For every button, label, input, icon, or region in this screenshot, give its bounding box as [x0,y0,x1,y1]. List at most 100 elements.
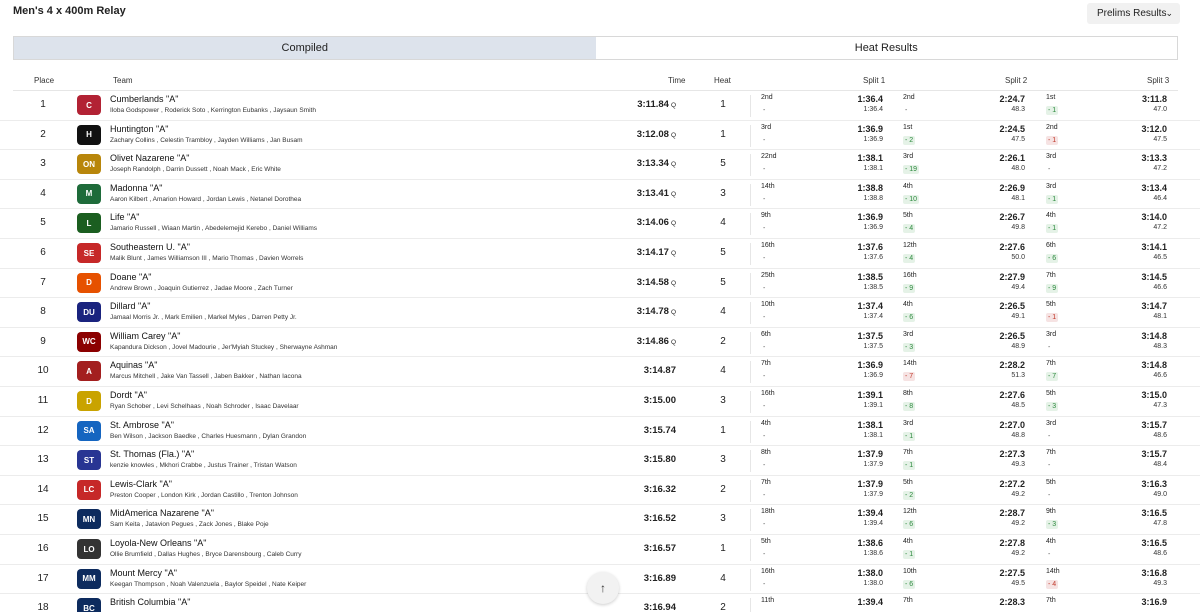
team-name[interactable]: Doane "A" [110,272,151,282]
qualifier-mark: Q [670,338,676,346]
split-cumulative: 2:28.2 [999,360,1025,371]
split-rank-change: - [763,580,766,588]
split-cumulative: 2:27.9 [999,271,1025,282]
place-cell: 8 [40,306,46,318]
table-row[interactable]: 5 L Life "A" Jamario Russell , Wiaan Martin… [0,209,1200,239]
table-row[interactable]: 13 ST St. Thomas (Fla.) "A" kenzie knowles … [0,446,1200,476]
split-rank-change: - 1 [1046,106,1059,115]
table-row[interactable]: 2 H Huntington "A" Zachary Collins , Celest… [0,121,1200,151]
split-cumulative: 3:16.5 [1141,538,1167,548]
table-row[interactable]: 10 A Aquinas "A" Marcus Mitchell , Jake Van… [0,357,1200,387]
team-logo-icon: SE [77,243,101,263]
split-rank: 4th [903,301,913,309]
table-row[interactable]: 4 M Madonna "A" Aaron Kilbert , Amarion How… [0,180,1200,210]
split-rank-change: - 6 [903,579,916,589]
split-lap: 47.3 [1153,402,1167,409]
heat-cell: 1 [720,99,726,110]
split-rank-change: - [763,432,766,440]
split-rank: 3rd [1046,330,1057,338]
split-rank: 3rd [903,330,914,338]
split-rank: 2nd [903,94,915,101]
split-rank-change: - [763,136,766,144]
split-cumulative: 3:16.8 [1141,567,1167,578]
team-name[interactable]: Dillard "A" [110,301,150,311]
split-divider [750,598,751,612]
team-name[interactable]: St. Ambrose "A" [110,420,174,430]
time-cell: 3:16.32 [600,484,676,495]
table-row[interactable]: 3 ON Olivet Nazarene "A" Joseph Randolph , … [0,150,1200,180]
table-row[interactable]: 11 D Dordt "A" Ryan Schober , Levi Schelhaa… [0,387,1200,417]
split-lap: 1:38.8 [863,194,883,202]
table-row[interactable]: 12 SA St. Ambrose "A" Ben Wilson , Jackson … [0,417,1200,447]
table-row[interactable]: 15 MN MidAmerica Nazarene "A" Sam Keita , J… [0,505,1200,535]
split-lap: 49.2 [1011,520,1025,528]
split-rank: 10th [761,301,775,309]
split-rank-change: - 1 [1046,194,1059,204]
split-lap: 1:37.9 [863,461,883,469]
time-cell: 3:15.74 [600,425,676,436]
split-rank: 8th [903,390,913,397]
split-divider [750,272,751,295]
team-members: Jamaal Morris Jr. , Mark Emilien , Marke… [110,314,297,322]
table-row[interactable]: 7 D Doane "A" Andrew Brown , Joaquin Gutier… [0,269,1200,299]
team-name[interactable]: Southeastern U. "A" [110,242,190,252]
split-lap: 47.5 [1153,135,1167,143]
team-name[interactable]: MidAmerica Nazarene "A" [110,508,214,518]
qualifier-mark: Q [670,250,676,257]
team-name[interactable]: Madonna "A" [110,183,162,193]
table-row[interactable]: 16 LO Loyola-New Orleans "A" Ollie Brumfiel… [0,535,1200,565]
heat-cell: 5 [720,276,726,288]
split-rank: 7th [761,360,771,368]
split-rank: 4th [903,538,913,545]
team-name[interactable]: Lewis-Clark "A" [110,479,172,489]
team-name[interactable]: Life "A" [110,212,139,222]
heat-cell: 2 [720,602,726,612]
team-name[interactable]: Aquinas "A" [110,360,157,370]
split-rank-change: - 6 [903,520,916,530]
split-rank-change: - [763,166,766,174]
team-logo-icon: LO [77,539,101,559]
scroll-top-button[interactable]: ↑ [587,572,619,604]
table-row[interactable]: 9 WC William Carey "A" Kapandura Dickson , … [0,328,1200,358]
team-name[interactable]: Olivet Nazarene "A" [110,153,189,163]
team-name[interactable]: British Columbia "A" [110,597,190,607]
place-cell: 11 [37,395,49,406]
split-cumulative: 1:38.6 [857,538,883,548]
split-rank: 1st [1046,94,1056,101]
team-name[interactable]: William Carey "A" [110,331,180,341]
team-name[interactable]: Loyola-New Orleans "A" [110,538,206,548]
split-cumulative: 2:27.0 [999,419,1025,430]
time-cell: 3:13.34 Q [600,158,676,169]
team-name[interactable]: St. Thomas (Fla.) "A" [110,449,194,459]
split-cumulative: 3:13.4 [1141,182,1167,193]
place-cell: 7 [40,276,46,288]
split-divider [750,331,751,354]
round-select-dropdown[interactable]: Prelims Results ⌄ [1087,3,1180,24]
heat-cell: 2 [720,335,726,347]
table-row[interactable]: 8 DU Dillard "A" Jamaal Morris Jr. , Mark E… [0,298,1200,328]
split-rank-change: - [1048,432,1051,440]
split-rank: 6th [761,330,771,338]
split-cumulative: 3:14.8 [1141,330,1167,341]
team-logo-icon: M [77,183,101,204]
split-lap: 48.0 [1011,165,1025,173]
team-name[interactable]: Mount Mercy "A" [110,568,177,578]
split-cumulative: 2:27.2 [999,478,1025,489]
team-logo-icon: SA [77,420,101,441]
split-rank-change: - 9 [1046,283,1059,293]
tab-compiled[interactable]: Compiled [14,37,596,59]
place-cell: 16 [37,543,49,554]
table-row[interactable]: 1 C Cumberlands "A" Iloba Godspower , Roder… [0,91,1200,121]
team-name[interactable]: Huntington "A" [110,124,168,134]
split-cumulative: 2:27.8 [999,538,1025,548]
table-row[interactable]: 14 LC Lewis-Clark "A" Preston Cooper , Lond… [0,476,1200,506]
team-name[interactable]: Dordt "A" [110,390,147,400]
split-rank: 2nd [1046,123,1058,131]
split-cumulative: 1:37.9 [857,449,883,460]
split-cumulative: 3:11.8 [1141,94,1167,104]
split-cumulative: 3:15.7 [1141,419,1167,430]
team-name[interactable]: Cumberlands "A" [110,94,178,104]
split-lap: 1:38.0 [863,579,883,587]
tab-heat-results[interactable]: Heat Results [596,37,1178,59]
table-row[interactable]: 6 SE Southeastern U. "A" Malik Blunt , Jame… [0,239,1200,269]
